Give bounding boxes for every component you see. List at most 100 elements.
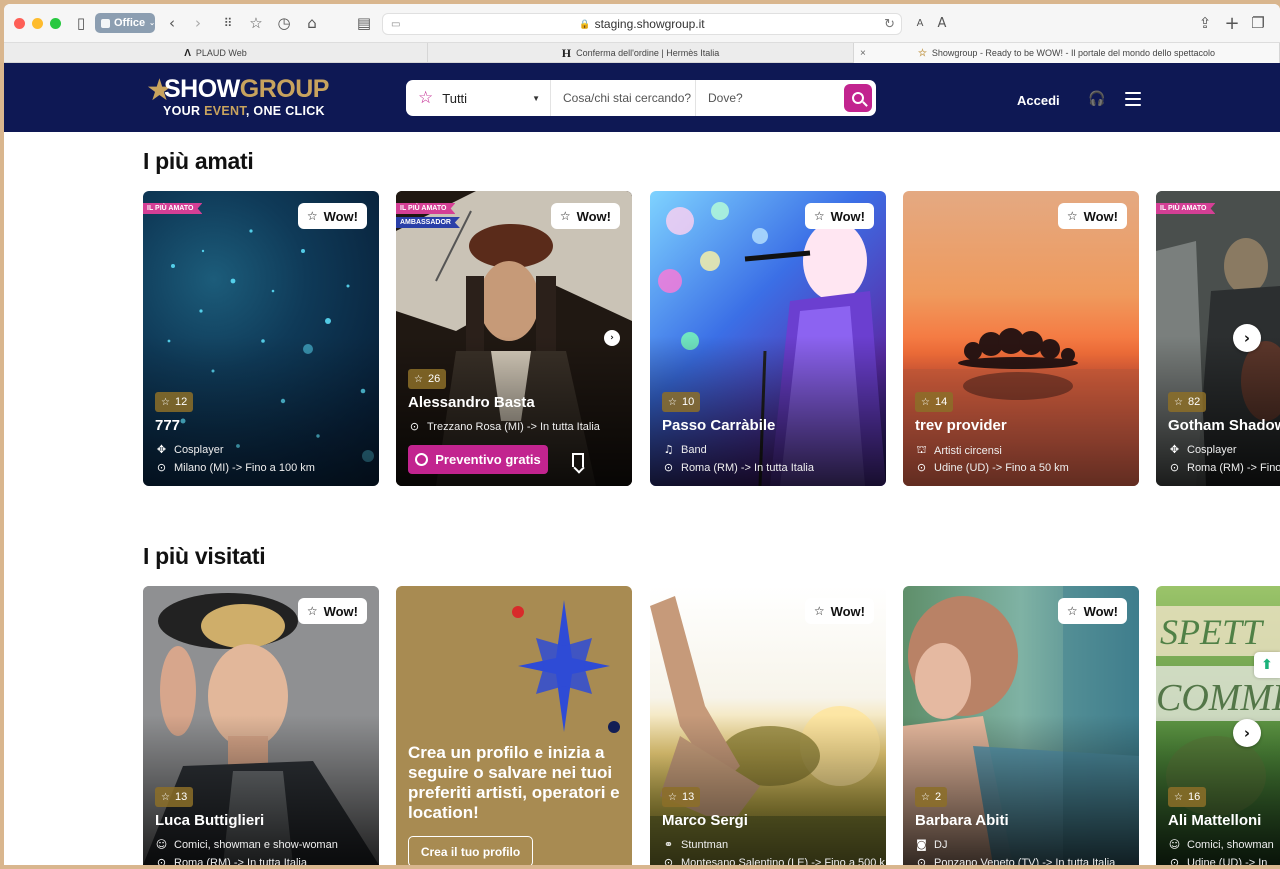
search-button[interactable] [844,84,872,112]
pin-icon: ⊙ [916,461,927,474]
bookmark-icon[interactable] [572,453,584,467]
pin-icon: ⊙ [663,461,674,474]
location-text: Udine (UD) -> In [1187,856,1268,866]
card-location: ⊙ Udine (UD) -> Fino a 50 km [915,461,1069,474]
scroll-up-icon[interactable]: ⬆ [1254,652,1280,678]
card-name: Gotham Shadow [1168,417,1280,434]
what-search-input[interactable]: Cosa/chi stai cercando? [551,80,696,116]
wow-button[interactable]: ☆ Wow! [1057,598,1127,624]
hamburger-menu-icon[interactable] [1125,92,1141,106]
hermes-favicon: H [561,45,572,60]
headset-icon[interactable]: 🎧 [1088,91,1106,109]
close-tab-icon[interactable]: × [860,48,866,59]
cosplayer-icon: ✥ [156,443,167,456]
star-outline-icon: ☆ [306,209,318,223]
reload-icon[interactable]: ↻ [884,17,895,32]
tab-hermes[interactable]: H Conferma dell'ordine | Hermès Italia [428,43,854,63]
address-bar[interactable]: 🔒 staging.showgroup.it ↻ ▭ [382,13,902,35]
tab-showgroup[interactable]: × ☆ Showgroup - Ready to be WOW! - Il po… [854,43,1280,63]
card-category: ⛫ Artisti circensi [915,443,1001,458]
browser-window: ▯ Office ⌄ ‹ › ⠿ ☆ ◷ ⌂ ▤ 🔒 staging.showg… [4,4,1280,865]
forward-icon[interactable]: › [188,13,208,33]
text-smaller-icon[interactable]: A [910,13,930,33]
wow-button[interactable]: ☆ Wow! [804,203,874,229]
artist-card[interactable]: IL PIÙ AMATO ☆ Wow! ☆ 12 777 ✥ Cosplayer ⊙ M… [143,191,379,486]
card-location: ⊙ Ponzano Veneto (TV) -> In tutta Italia [915,856,1115,865]
chevron-down-icon: ⌄ [149,20,155,27]
star-icon: ☆ [1174,396,1183,408]
tab-plaud[interactable]: Λ PLAUD Web [4,43,428,63]
card-category: ☺ Comici, showman e show-woman [155,838,338,851]
new-tab-icon[interactable]: + [1222,13,1242,34]
rating-badge: ☆ 12 [155,392,194,412]
rating-badge: ☆ 14 [915,392,954,412]
artist-card[interactable]: ☆ Wow! ☆ 13 Marco Sergi ⚭ Stuntman ⊙ Montesa… [650,586,886,865]
wow-label: Wow! [830,603,865,619]
category-text: DJ [934,838,948,851]
artist-card[interactable]: ☆ Wow! ☆ 14 trev provider ⛫ Artisti circens… [903,191,1139,486]
artist-card[interactable]: IL PIÙ AMATO ☆ 82 Gotham Shadow ✥ Cosplaye… [1156,191,1280,486]
section-title-loved: I più amati [143,148,254,174]
tab-overview-icon[interactable]: ❐ [1248,13,1268,33]
pin-icon: ⊙ [156,856,167,865]
back-icon[interactable]: ‹ [162,13,182,33]
category-text: Comici, showman [1187,838,1274,851]
card-location: ⊙ Roma (RM) -> Fino [1168,461,1280,474]
showgroup-logo[interactable]: ★ SHOWGROUP YOUR EVENT, ONE CLICK [146,71,346,123]
promo-text: Crea un profilo e inizia a seguire o sal… [408,743,620,822]
card-name: Alessandro Basta [408,394,535,411]
category-text: Comici, showman e show-woman [174,838,338,851]
wow-button[interactable]: ☆ Wow! [550,203,620,229]
pin-icon: ⊙ [663,856,674,865]
wow-button[interactable]: ☆ Wow! [297,598,367,624]
star-outline-icon: ☆ [813,604,825,618]
artist-card[interactable]: SPETT COMME ☆ 16 Ali Mattelloni ☺ Comici, … [1156,586,1280,865]
rating-value: 82 [1187,396,1201,408]
carousel-next-button[interactable]: › [1233,719,1261,747]
card-name: Barbara Abiti [915,812,1009,829]
star-icon: ☆ [668,791,677,803]
create-profile-button[interactable]: Crea il tuo profilo [408,836,533,865]
history-icon[interactable]: ◷ [274,13,294,33]
wow-button[interactable]: ☆ Wow! [804,598,874,624]
circus-icon: ⛫ [916,443,927,456]
wow-label: Wow! [323,603,358,619]
text-larger-icon[interactable]: A [932,13,952,33]
card-location: ⊙ Udine (UD) -> In [1168,856,1268,866]
rating-badge: ☆ 26 [408,369,447,389]
share-icon[interactable]: ⇪ [1195,13,1215,33]
logo-tag-part-2: EVENT [204,104,246,118]
rating-value: 14 [934,396,948,408]
artist-card[interactable]: ☆ Wow! ☆ 13 Luca Buttiglieri ☺ Comici, show… [143,586,379,865]
most-loved-badge: IL PIÙ AMATO [396,203,456,214]
star-outline-icon: ☆ [1066,604,1078,618]
minimize-window-button[interactable] [32,17,43,29]
sidebar-toggle-icon[interactable]: ▯ [71,13,91,33]
zoom-window-button[interactable] [50,17,61,29]
artist-card[interactable]: ☆ Wow! ☆ 2 Barbara Abiti ◙ DJ ⊙ Ponzano Vene… [903,586,1139,865]
login-link[interactable]: Accedi [1017,93,1060,108]
ambassador-badge: AMBASSADOR [396,217,460,228]
free-quote-button[interactable]: Preventivo gratis [408,445,548,474]
star-outline-icon: ☆ [418,88,434,108]
home-icon[interactable]: ⌂ [302,13,322,33]
wow-button[interactable]: ☆ Wow! [1057,203,1127,229]
card-name: Passo Carràbile [662,417,776,434]
rating-badge: ☆ 2 [915,787,948,807]
category-select[interactable]: ☆ Tutti ▼ [406,80,551,116]
close-window-button[interactable] [14,17,25,29]
artist-card[interactable]: IL PIÙ AMATO AMBASSADOR ☆ Wow! › ☆ 26 Ales… [396,191,632,486]
profile-switcher[interactable]: Office ⌄ [95,13,155,33]
next-image-button[interactable]: › [604,330,620,346]
grid-icon[interactable]: ⠿ [218,13,238,33]
card-category: ♫ Band [662,443,707,456]
favorites-star-icon[interactable]: ☆ [246,13,266,33]
print-icon[interactable]: ▤ [354,13,374,33]
pin-icon: ⊙ [916,856,927,865]
artist-card[interactable]: ☆ Wow! ☆ 10 Passo Carràbile ♫ Band ⊙ Roma (R… [650,191,886,486]
star-icon: ☆ [921,396,930,408]
logo-wordmark: SHOWGROUP [164,75,329,104]
carousel-next-button[interactable]: › [1233,324,1261,352]
wow-button[interactable]: ☆ Wow! [297,203,367,229]
star-outline-icon: ☆ [306,604,318,618]
